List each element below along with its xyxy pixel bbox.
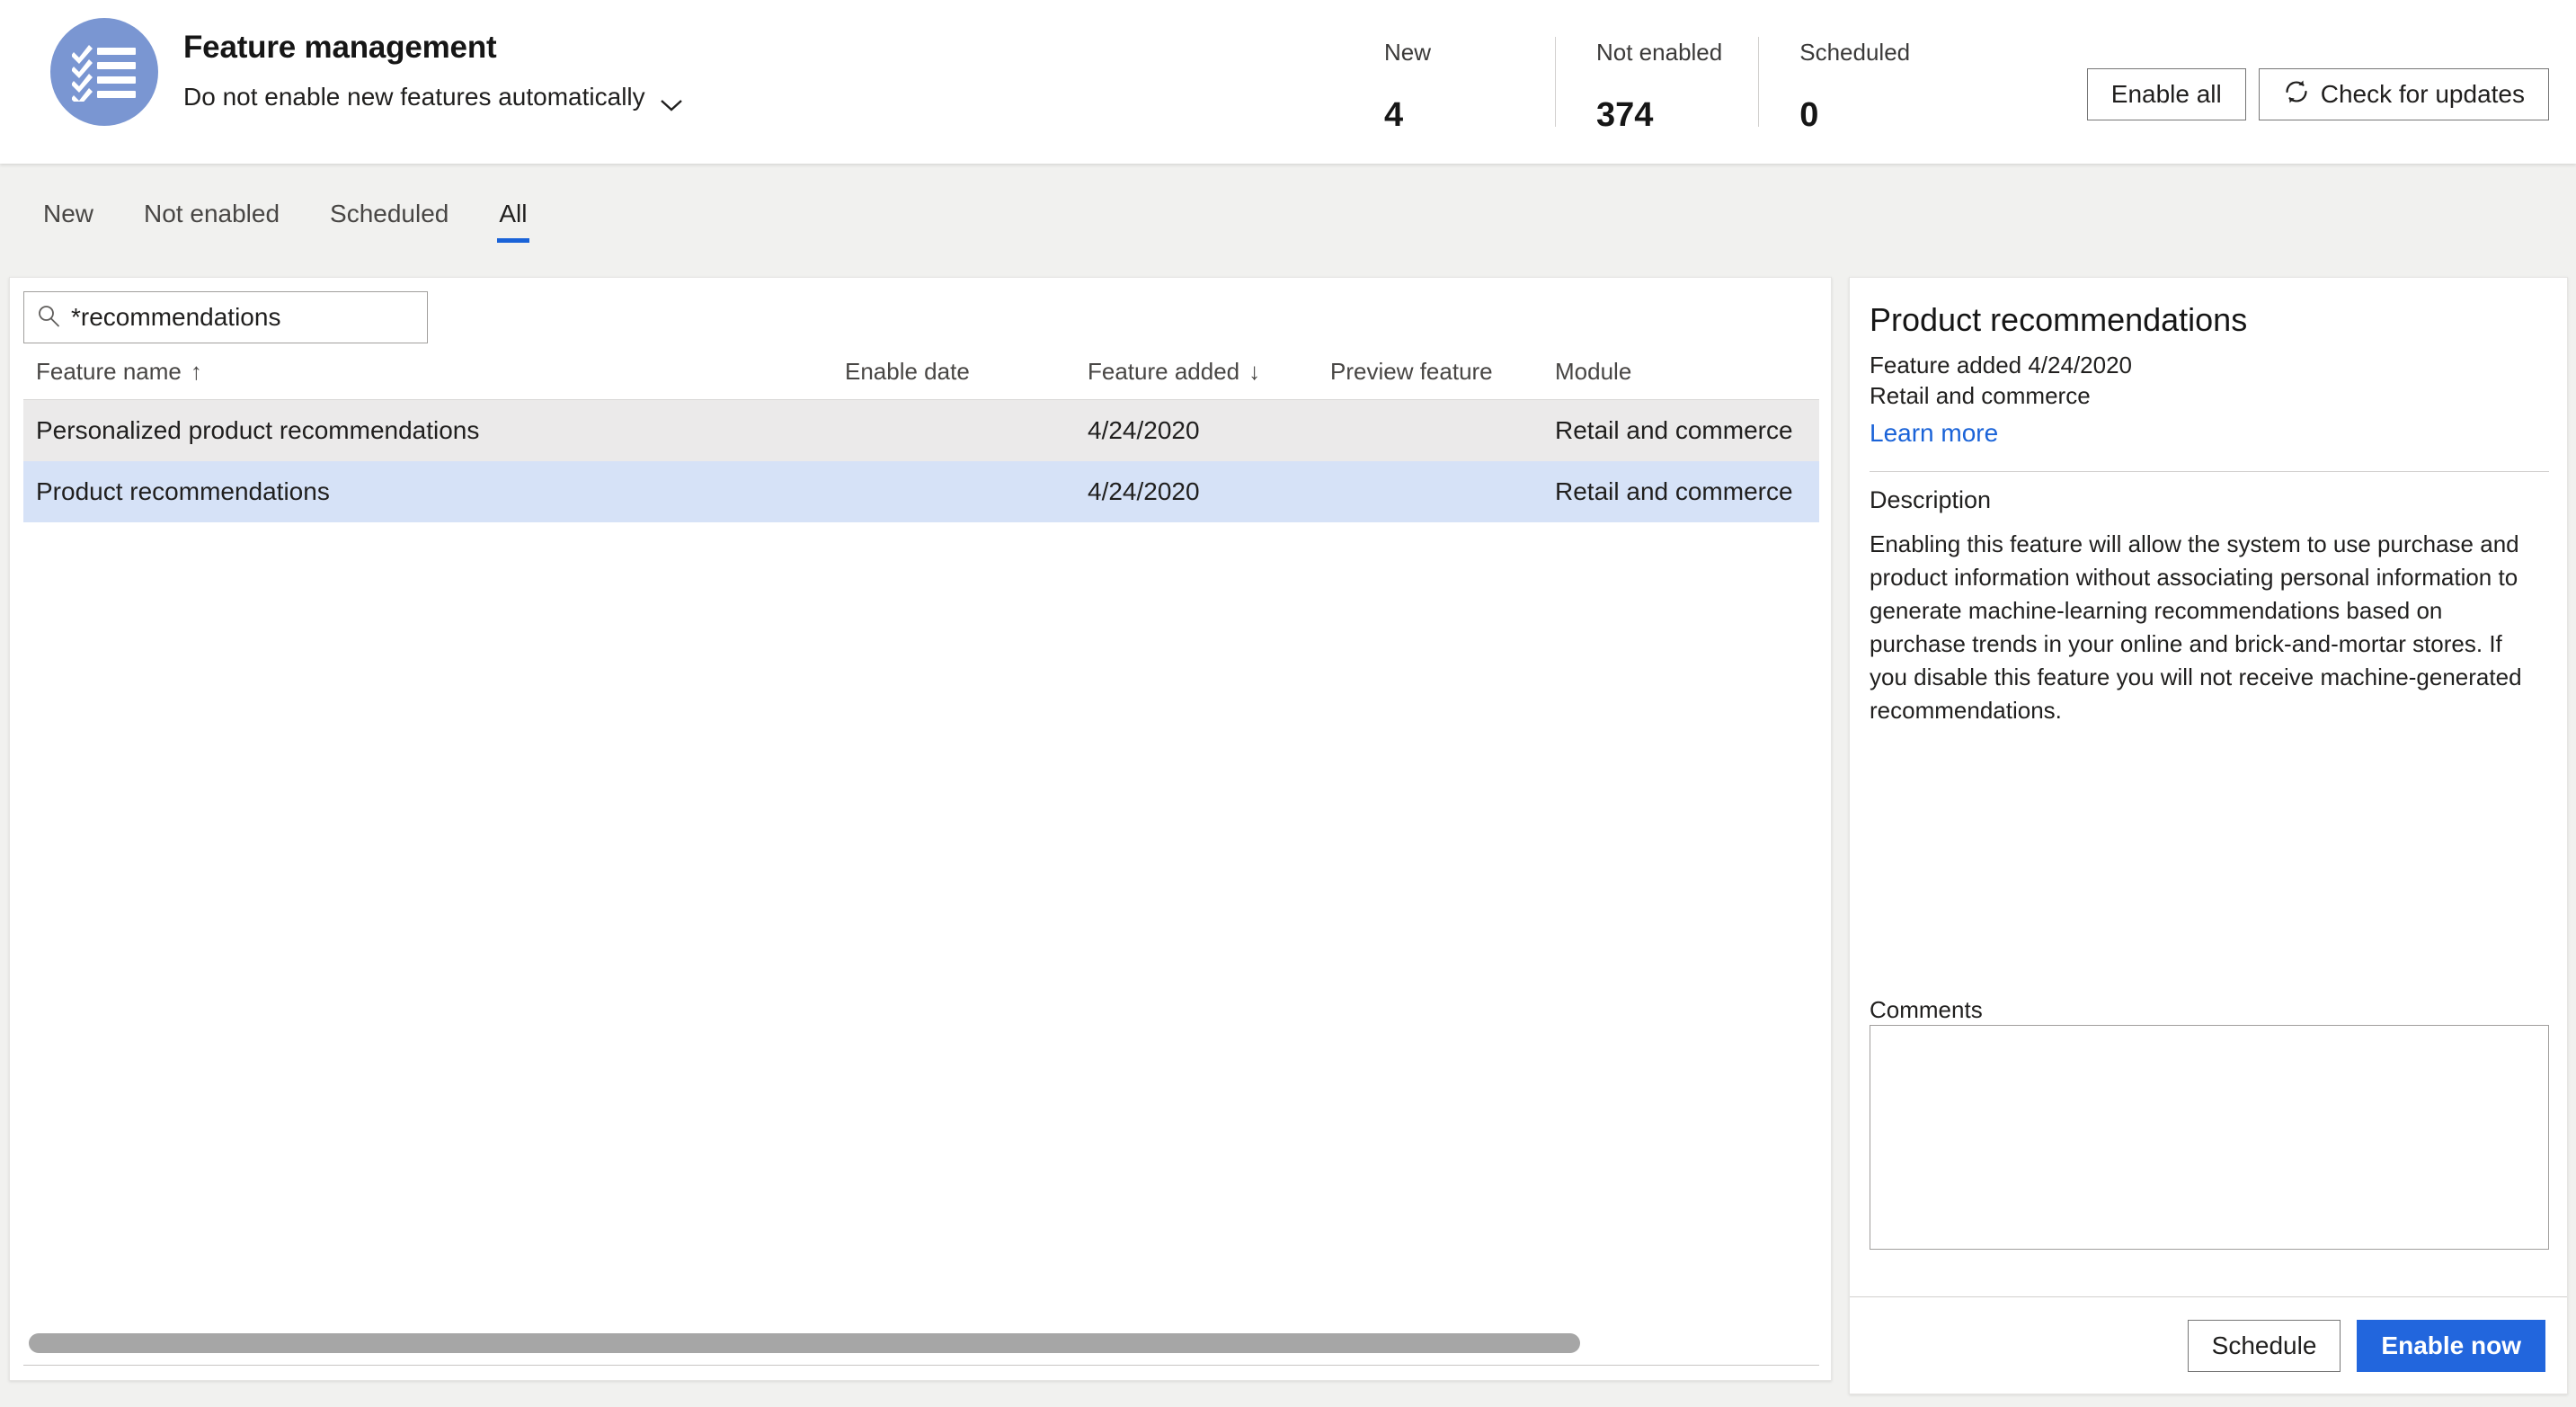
column-header-enable-date-label: Enable date	[845, 358, 970, 385]
tab-scheduled-label: Scheduled	[330, 200, 449, 227]
detail-divider	[1870, 471, 2549, 472]
list-bottom-divider	[23, 1365, 1819, 1366]
schedule-button[interactable]: Schedule	[2187, 1319, 2341, 1372]
enable-all-button[interactable]: Enable all	[2086, 68, 2246, 120]
auto-enable-dropdown[interactable]: Do not enable new features automatically	[183, 83, 683, 111]
horizontal-scrollbar-thumb[interactable]	[29, 1333, 1580, 1353]
table-row[interactable]: Personalized product recommendations 4/2…	[23, 400, 1819, 461]
description-text: Enabling this feature will allow the sys…	[1870, 530, 2522, 724]
tab-list: New Not enabled Scheduled All	[18, 164, 553, 264]
tab-scheduled[interactable]: Scheduled	[305, 164, 474, 264]
horizontal-scrollbar[interactable]	[23, 1333, 1819, 1353]
stat-new-value: 4	[1384, 96, 1404, 134]
sort-descending-icon: ↓	[1248, 358, 1261, 385]
table-row[interactable]: Product recommendations 4/24/2020 Retail…	[23, 461, 1819, 522]
main-content: Feature name ↑ Enable date Feature added…	[0, 264, 2576, 1407]
enable-now-button[interactable]: Enable now	[2357, 1319, 2545, 1372]
refresh-icon	[2283, 78, 2310, 111]
enable-now-label: Enable now	[2381, 1331, 2521, 1359]
learn-more-link[interactable]: Learn more	[1870, 419, 1998, 448]
detail-feature-added: Feature added 4/24/2020	[1870, 352, 2133, 378]
sort-ascending-icon: ↑	[190, 358, 202, 385]
checklist-icon	[50, 18, 158, 126]
feature-table: Feature name ↑ Enable date Feature added…	[23, 344, 1819, 522]
tab-new[interactable]: New	[18, 164, 119, 264]
description-label: Description	[1870, 486, 1992, 513]
cell-feature-added: 4/24/2020	[1088, 416, 1200, 444]
header-actions: Enable all Check for updates	[2086, 68, 2549, 120]
stat-not-enabled-value: 374	[1596, 96, 1654, 134]
tab-strip: New Not enabled Scheduled All	[0, 164, 2576, 264]
stat-new: New 4	[1384, 31, 1555, 132]
stats-group: New 4 Not enabled 374 Scheduled 0	[1384, 31, 1946, 132]
detail-footer: Schedule Enable now	[1850, 1296, 2567, 1394]
schedule-label: Schedule	[2211, 1331, 2317, 1359]
cell-module: Retail and commerce	[1555, 477, 1793, 505]
column-header-feature-name[interactable]: Feature name ↑	[23, 358, 832, 386]
page-header: Feature management Do not enable new fea…	[0, 0, 2576, 164]
table-header-row: Feature name ↑ Enable date Feature added…	[23, 344, 1819, 400]
column-header-feature-name-label: Feature name	[36, 358, 182, 385]
check-for-updates-button[interactable]: Check for updates	[2258, 68, 2549, 120]
tab-all-label: All	[499, 200, 528, 227]
column-header-enable-date[interactable]: Enable date	[832, 358, 1075, 386]
search-box[interactable]	[23, 291, 428, 343]
detail-title: Product recommendations	[1870, 301, 2248, 338]
check-for-updates-label: Check for updates	[2320, 80, 2525, 108]
stat-scheduled: Scheduled 0	[1758, 31, 1946, 132]
cell-feature-name: Personalized product recommendations	[36, 416, 480, 444]
feature-detail-panel: Product recommendations Feature added 4/…	[1849, 277, 2568, 1394]
tab-new-label: New	[43, 200, 94, 227]
feature-list-card: Feature name ↑ Enable date Feature added…	[9, 277, 1832, 1381]
cell-module: Retail and commerce	[1555, 416, 1793, 444]
column-header-preview-feature[interactable]: Preview feature	[1318, 358, 1542, 386]
auto-enable-label: Do not enable new features automatically	[183, 83, 645, 111]
tab-not-enabled[interactable]: Not enabled	[119, 164, 305, 264]
search-icon	[37, 304, 60, 332]
stat-scheduled-label: Scheduled	[1799, 39, 1911, 66]
stat-scheduled-value: 0	[1799, 96, 1819, 134]
cell-feature-added: 4/24/2020	[1088, 477, 1200, 505]
column-header-feature-added[interactable]: Feature added ↓	[1075, 358, 1318, 386]
column-header-feature-added-label: Feature added	[1088, 358, 1240, 385]
chevron-down-icon	[660, 90, 683, 111]
stat-not-enabled: Not enabled 374	[1555, 31, 1758, 132]
enable-all-label: Enable all	[2110, 80, 2222, 108]
stat-not-enabled-label: Not enabled	[1596, 39, 1723, 66]
column-header-module-label: Module	[1555, 358, 1632, 385]
tab-all[interactable]: All	[474, 164, 552, 264]
page-title: Feature management	[183, 30, 497, 65]
cell-feature-name: Product recommendations	[36, 477, 330, 505]
tab-not-enabled-label: Not enabled	[144, 200, 280, 227]
column-header-preview-feature-label: Preview feature	[1330, 358, 1493, 385]
comments-label: Comments	[1870, 996, 1983, 1023]
stat-new-label: New	[1384, 39, 1432, 66]
column-header-module[interactable]: Module	[1542, 358, 1812, 386]
comments-input[interactable]	[1870, 1025, 2549, 1250]
search-input[interactable]	[71, 303, 414, 332]
detail-module: Retail and commerce	[1870, 382, 2091, 409]
